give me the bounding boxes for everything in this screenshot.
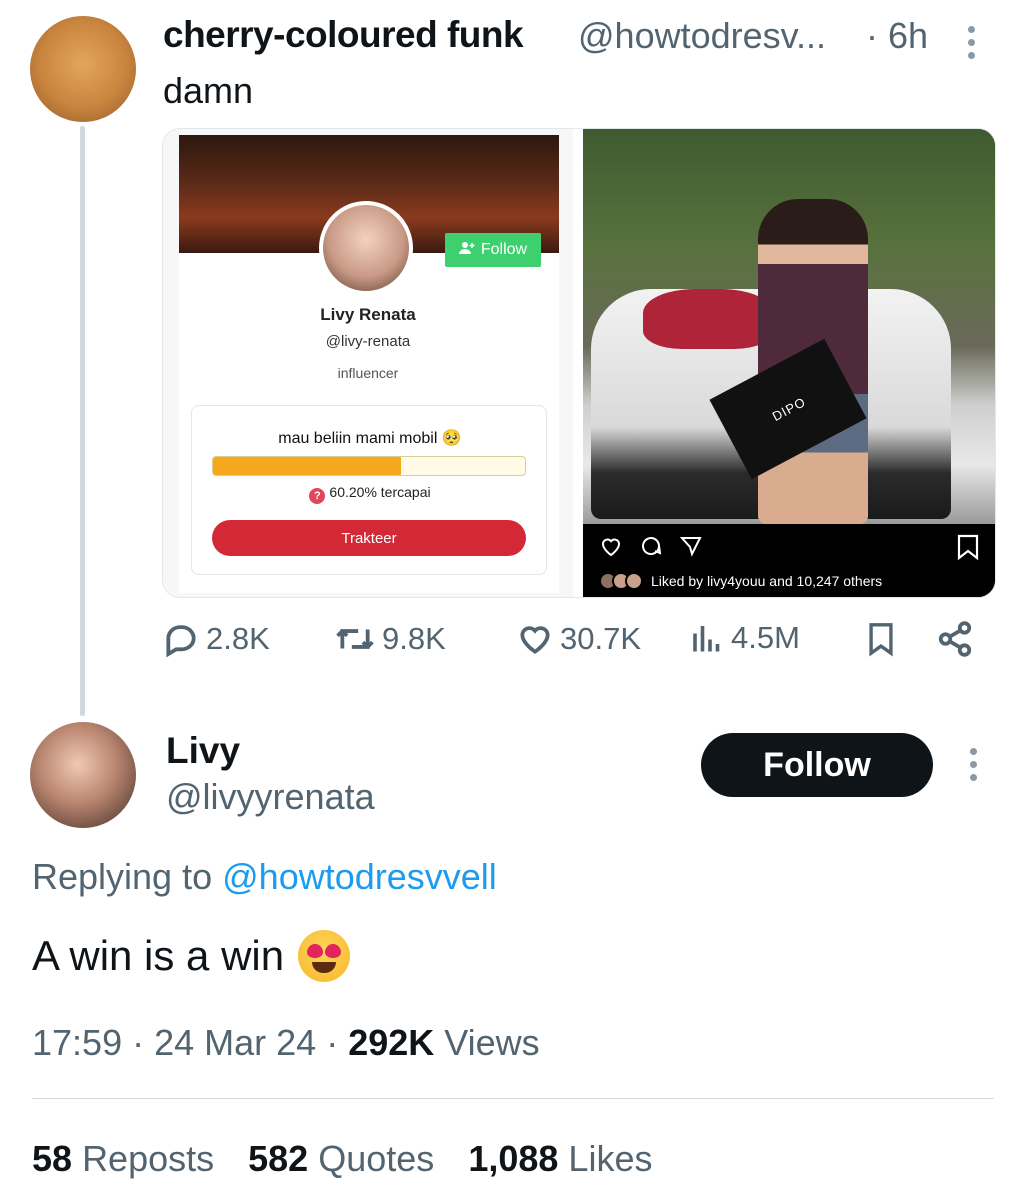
bag-label: DIPO <box>769 393 809 425</box>
goal-title: mau beliin mami mobil 🥺 <box>278 430 462 447</box>
reply-date[interactable]: 24 Mar 24 <box>154 1022 316 1063</box>
views-count: 4.5M <box>731 620 800 655</box>
add-user-icon <box>458 241 475 260</box>
replying-prefix: Replying to <box>32 856 213 897</box>
tweet-text: damn <box>163 70 254 111</box>
reply-time[interactable]: 17:59 <box>32 1022 122 1063</box>
share-icon <box>679 537 702 557</box>
like-icon <box>520 626 550 654</box>
instagram-action-bar: Liked by livy4youu and 10,247 others <box>583 524 995 597</box>
share-icon <box>938 621 972 657</box>
bookmark-icon <box>869 623 893 657</box>
tweet-media[interactable]: Follow Livy Renata @livy-renata influenc… <box>162 128 996 598</box>
views-action[interactable]: 4.5M <box>689 620 800 656</box>
mini-profile-role: influencer <box>337 365 399 381</box>
trakteer-button: Trakteer <box>212 520 526 556</box>
replying-to: Replying to @howtodresvvell <box>32 856 497 898</box>
likes-count: 1,088 <box>468 1138 559 1179</box>
tweet-time[interactable]: · 6h <box>866 15 928 57</box>
mini-profile-handle: @livy-renata <box>325 333 411 350</box>
engagement-stats: 58 Reposts 582 Quotes 1,088 Likes <box>32 1138 652 1180</box>
author-name[interactable]: cherry-coloured funk <box>163 14 524 56</box>
reply-more-options-icon[interactable] <box>968 748 978 781</box>
repost-icon <box>336 629 374 649</box>
heart-eyes-emoji-icon <box>298 930 351 982</box>
reply-views-count: 292K <box>348 1022 435 1063</box>
quotes-count: 582 <box>248 1138 309 1179</box>
likes-label: Likes <box>568 1138 653 1179</box>
like-count: 30.7K <box>560 621 642 656</box>
mini-follow-button: Follow <box>445 233 541 267</box>
reply-metadata: 17:59 · 24 Mar 24 · 292K Views <box>32 1022 540 1063</box>
liked-avatars <box>599 572 643 590</box>
thread-line <box>80 126 85 716</box>
reposts-label: Reposts <box>82 1138 215 1179</box>
reply-count: 2.8K <box>206 621 270 656</box>
repost-count: 9.8K <box>382 621 446 656</box>
media-instagram-photo[interactable]: DIPO Liked by livy4youu and 10,247 other… <box>583 129 995 597</box>
reply-author-name[interactable]: Livy <box>166 730 240 772</box>
likes-stat[interactable]: 1,088 Likes <box>468 1138 652 1180</box>
liked-by: Liked by livy4youu and 10,247 others <box>599 572 882 590</box>
reposts-count: 58 <box>32 1138 73 1179</box>
reply-text: A win is a win <box>32 930 351 982</box>
reply-views-label: Views <box>444 1022 540 1063</box>
profile-picture <box>319 201 413 295</box>
media-screenshot-trakteer[interactable]: Follow Livy Renata @livy-renata influenc… <box>163 129 573 597</box>
reply-action[interactable]: 2.8K <box>162 620 270 658</box>
follow-button[interactable]: Follow <box>701 733 933 797</box>
author-handle[interactable]: @howtodresv... <box>578 15 826 57</box>
reply-author-avatar[interactable] <box>30 722 136 828</box>
comment-icon <box>642 537 662 555</box>
save-icon <box>957 534 979 560</box>
reposts-stat[interactable]: 58 Reposts <box>32 1138 214 1180</box>
question-icon: ? <box>309 488 326 504</box>
repost-action[interactable]: 9.8K <box>334 620 446 658</box>
replying-handle-link[interactable]: @howtodresvvell <box>222 856 497 897</box>
reply-author-handle[interactable]: @livyyrenata <box>166 776 375 818</box>
tweet-actions: 2.8K 9.8K 30.7K 4.5M <box>162 620 992 676</box>
heart-icon <box>601 538 621 557</box>
mini-profile-name: Livy Renata <box>320 305 416 324</box>
reply-text-content: A win is a win <box>32 932 285 979</box>
goal-progress-text: 60.20% tercapai <box>329 484 431 500</box>
author-avatar[interactable] <box>30 16 136 122</box>
photo-bow <box>643 289 773 349</box>
goal-progress-fill <box>213 457 401 475</box>
goal-progress-label: ? 60.20% tercapai <box>192 484 548 504</box>
goal-progress-bar <box>212 456 526 476</box>
quotes-label: Quotes <box>318 1138 435 1179</box>
bookmark-action[interactable] <box>864 620 898 658</box>
mini-follow-label: Follow <box>480 241 528 258</box>
views-icon <box>693 626 720 652</box>
share-action[interactable] <box>936 620 974 658</box>
reply-icon <box>166 625 196 658</box>
quotes-stat[interactable]: 582 Quotes <box>248 1138 434 1180</box>
goal-box: mau beliin mami mobil 🥺 ? 60.20% tercapai… <box>191 405 547 575</box>
liked-text: Liked by livy4youu and 10,247 others <box>651 573 883 589</box>
more-options-icon[interactable] <box>966 26 976 59</box>
divider <box>32 1098 994 1099</box>
like-action[interactable]: 30.7K <box>516 620 641 658</box>
